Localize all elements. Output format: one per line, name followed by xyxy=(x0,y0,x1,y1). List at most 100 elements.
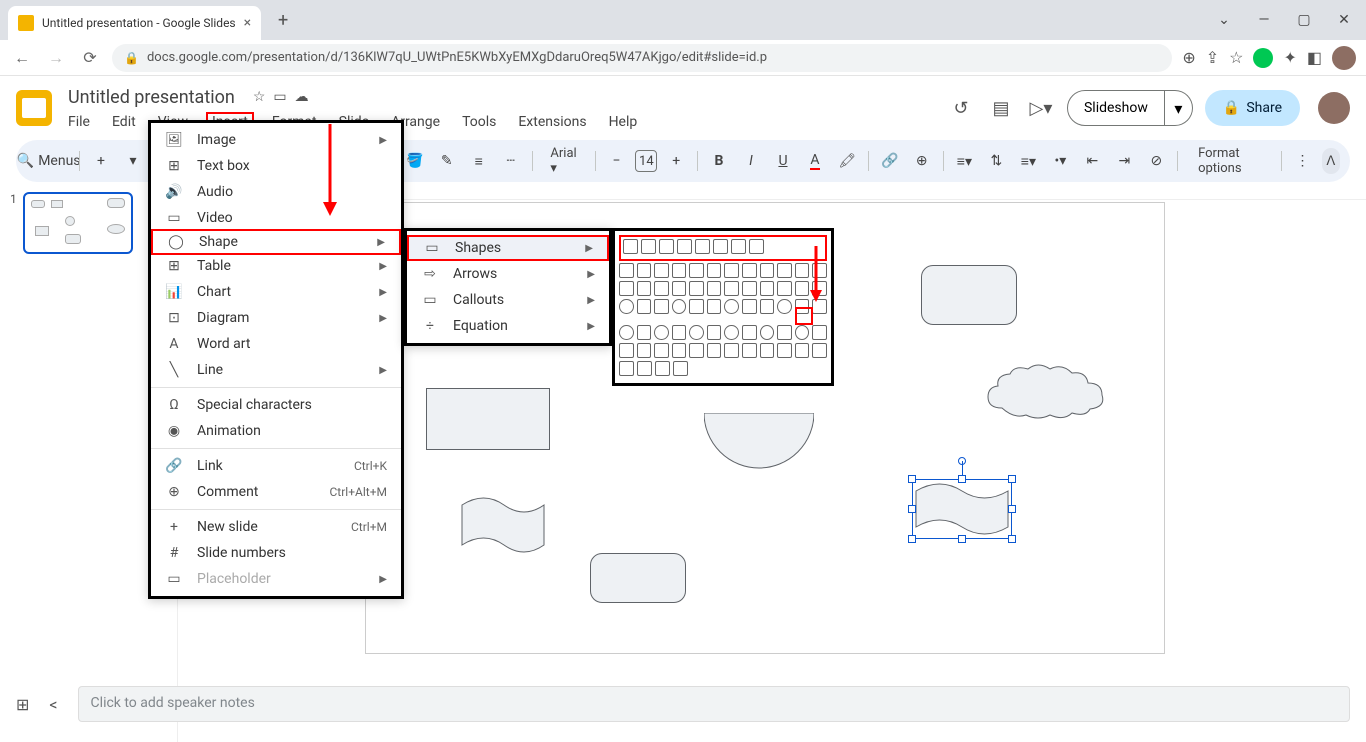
palette-shape[interactable] xyxy=(795,343,810,358)
account-avatar[interactable] xyxy=(1318,92,1350,124)
palette-shape[interactable] xyxy=(742,299,757,314)
doc-title[interactable]: Untitled presentation xyxy=(64,85,239,110)
palette-shape[interactable] xyxy=(707,263,722,278)
palette-shape[interactable] xyxy=(760,281,775,296)
browser-tab[interactable]: Untitled presentation - Google Slides × xyxy=(8,6,261,40)
insert-menu-placeholder[interactable]: ▭Placeholder▶ xyxy=(151,566,401,592)
numbered-list-button[interactable]: ≡▾ xyxy=(1015,148,1041,174)
collapse-toolbar-button[interactable]: ᐱ xyxy=(1322,148,1340,174)
palette-shape[interactable] xyxy=(637,263,652,278)
palette-highlighted-shape[interactable] xyxy=(795,307,813,325)
font-selector[interactable]: Arial ▾ xyxy=(540,146,586,176)
menu-extensions[interactable]: Extensions xyxy=(514,112,590,132)
palette-shape[interactable] xyxy=(777,325,792,340)
palette-shape[interactable] xyxy=(724,263,739,278)
palette-shape[interactable] xyxy=(672,263,687,278)
palette-shape[interactable] xyxy=(654,325,669,340)
insert-menu-new-slide[interactable]: +New slideCtrl+M xyxy=(151,514,401,540)
italic-button[interactable]: I xyxy=(738,148,764,174)
palette-shape[interactable] xyxy=(619,281,634,296)
line-spacing-button[interactable]: ⇅ xyxy=(983,148,1009,174)
fill-color-button[interactable]: 🪣 xyxy=(402,148,428,174)
decrease-font-button[interactable]: − xyxy=(603,148,629,174)
share-button[interactable]: 🔒 Share xyxy=(1205,90,1300,126)
extension-icon[interactable] xyxy=(1253,48,1273,68)
palette-shape[interactable] xyxy=(672,343,687,358)
palette-shape[interactable] xyxy=(623,239,638,254)
decrease-indent-button[interactable]: ⇤ xyxy=(1079,148,1105,174)
palette-shape[interactable] xyxy=(707,281,722,296)
shape-wave-1[interactable] xyxy=(458,495,548,555)
palette-shape[interactable] xyxy=(619,325,634,340)
chevron-down-icon[interactable]: ⌄ xyxy=(1210,12,1238,28)
palette-shape[interactable] xyxy=(760,299,775,314)
insert-menu-chart[interactable]: 📊Chart▶ xyxy=(151,279,401,305)
slideshow-dropdown-button[interactable]: ▾ xyxy=(1165,90,1193,126)
shape-cloud[interactable] xyxy=(982,363,1112,423)
palette-shape[interactable] xyxy=(655,361,670,376)
palette-shape[interactable] xyxy=(689,263,704,278)
bookmark-icon[interactable]: ☆ xyxy=(1229,48,1243,67)
palette-shape[interactable] xyxy=(812,325,827,340)
palette-shape[interactable] xyxy=(760,263,775,278)
palette-shape[interactable] xyxy=(777,281,792,296)
palette-shape[interactable] xyxy=(619,343,634,358)
palette-shape[interactable] xyxy=(654,263,669,278)
reload-button[interactable]: ⟳ xyxy=(78,46,102,70)
insert-menu-animation[interactable]: ◉Animation xyxy=(151,418,401,444)
insert-menu-text-box[interactable]: ⊞Text box xyxy=(151,153,401,179)
palette-shape[interactable] xyxy=(619,263,634,278)
more-button[interactable]: ⋮ xyxy=(1289,148,1315,174)
insert-menu-video[interactable]: ▭Video xyxy=(151,205,401,231)
palette-shape[interactable] xyxy=(760,325,775,340)
palette-shape[interactable] xyxy=(707,325,722,340)
shape-submenu-callouts[interactable]: ▭Callouts▶ xyxy=(407,287,609,313)
cloud-status-icon[interactable]: ☁ xyxy=(295,89,309,105)
slide-thumbnail[interactable]: 1 xyxy=(10,192,150,254)
menu-file[interactable]: File xyxy=(64,112,94,132)
palette-shape[interactable] xyxy=(637,281,652,296)
palette-shape[interactable] xyxy=(689,343,704,358)
palette-shape[interactable] xyxy=(724,281,739,296)
palette-shape[interactable] xyxy=(795,325,810,340)
highlight-button[interactable]: 🖍 xyxy=(834,148,860,174)
insert-menu-slide-numbers[interactable]: #Slide numbers xyxy=(151,540,401,566)
back-button[interactable]: ← xyxy=(10,46,34,70)
bulleted-list-button[interactable]: •▾ xyxy=(1047,148,1073,174)
palette-shape[interactable] xyxy=(707,343,722,358)
underline-button[interactable]: U xyxy=(770,148,796,174)
palette-shape[interactable] xyxy=(777,343,792,358)
zoom-icon[interactable]: ⊕ xyxy=(1182,48,1195,67)
insert-menu-table[interactable]: ⊞Table▶ xyxy=(151,253,401,279)
increase-font-button[interactable]: + xyxy=(663,148,689,174)
new-tab-button[interactable]: + xyxy=(269,6,297,34)
palette-shape[interactable] xyxy=(742,343,757,358)
menu-tools[interactable]: Tools xyxy=(458,112,500,132)
palette-shape[interactable] xyxy=(689,299,704,314)
palette-shape[interactable] xyxy=(742,263,757,278)
border-color-button[interactable]: ✎ xyxy=(434,148,460,174)
shape-submenu-equation[interactable]: ÷Equation▶ xyxy=(407,313,609,339)
palette-shape[interactable] xyxy=(677,239,692,254)
maximize-icon[interactable]: ▢ xyxy=(1290,12,1318,28)
border-weight-button[interactable]: ≡ xyxy=(466,148,492,174)
chrome-profile-icon[interactable] xyxy=(1332,46,1356,70)
palette-shape[interactable] xyxy=(659,239,674,254)
insert-menu-link[interactable]: 🔗LinkCtrl+K xyxy=(151,453,401,479)
palette-shape[interactable] xyxy=(695,239,710,254)
font-size-input[interactable]: 14 xyxy=(635,150,657,172)
shape-submenu-arrows[interactable]: ⇨Arrows▶ xyxy=(407,261,609,287)
palette-shape[interactable] xyxy=(637,361,652,376)
palette-shape[interactable] xyxy=(724,343,739,358)
palette-shape[interactable] xyxy=(713,239,728,254)
palette-shape[interactable] xyxy=(654,343,669,358)
palette-shape[interactable] xyxy=(689,281,704,296)
minimize-icon[interactable]: — xyxy=(1250,12,1278,28)
shape-half-circle[interactable] xyxy=(704,413,814,469)
speaker-notes-input[interactable]: Click to add speaker notes xyxy=(78,686,1350,722)
move-icon[interactable]: ▭ xyxy=(273,89,286,105)
text-color-button[interactable]: A xyxy=(802,148,828,174)
palette-shape[interactable] xyxy=(619,361,634,376)
insert-comment-button[interactable]: ⊕ xyxy=(909,148,935,174)
history-icon[interactable]: ↺ xyxy=(947,94,975,122)
